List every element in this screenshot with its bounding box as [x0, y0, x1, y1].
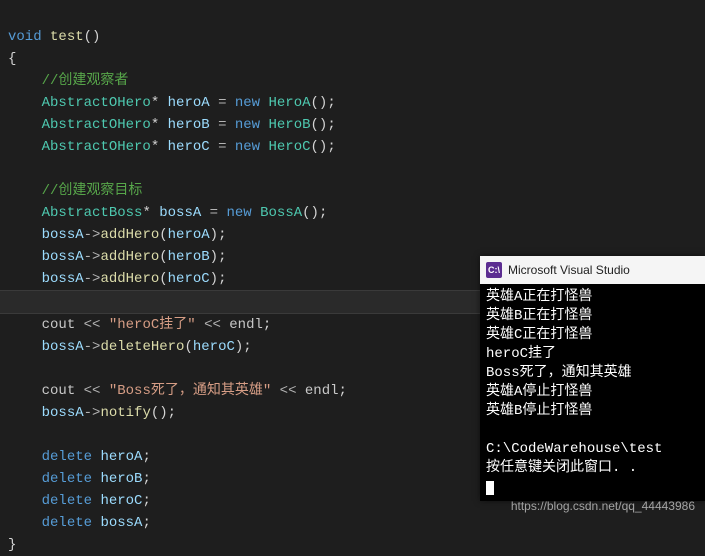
code-line	[8, 427, 16, 443]
code-line: {	[8, 51, 16, 67]
code-line: bossA->addHero(heroB);	[8, 249, 226, 265]
code-line: bossA->addHero(heroC);	[8, 271, 226, 287]
code-line: cout << "heroC挂了" << endl;	[8, 317, 271, 333]
code-line	[8, 361, 16, 377]
code-line: delete heroC;	[8, 493, 151, 509]
code-line: //创建观察者	[8, 73, 128, 89]
code-line: bossA->addHero(heroA);	[8, 227, 226, 243]
code-line: delete heroB;	[8, 471, 151, 487]
code-line: cout << "Boss死了，通知其英雄" << endl;	[8, 383, 347, 399]
code-line: AbstractOHero* heroC = new HeroC();	[8, 139, 336, 155]
cursor-icon	[486, 481, 494, 495]
console-titlebar[interactable]: C:\ Microsoft Visual Studio	[480, 256, 705, 284]
code-line: AbstractOHero* heroB = new HeroB();	[8, 117, 336, 133]
code-line: AbstractBoss* bossA = new BossA();	[8, 205, 327, 221]
code-line: }	[8, 537, 16, 553]
watermark-text: https://blog.csdn.net/qq_44443986	[511, 499, 695, 513]
code-line: bossA->deleteHero(heroC);	[8, 339, 252, 355]
code-line: delete heroA;	[8, 449, 151, 465]
code-line	[8, 161, 16, 177]
code-line: //创建观察目标	[8, 183, 142, 199]
console-window[interactable]: C:\ Microsoft Visual Studio 英雄A正在打怪兽 英雄B…	[480, 256, 705, 501]
code-line: bossA->notify();	[8, 405, 176, 421]
code-line: delete bossA;	[8, 515, 151, 531]
console-output: 英雄A正在打怪兽 英雄B正在打怪兽 英雄C正在打怪兽 heroC挂了 Boss死…	[480, 284, 705, 501]
vs-icon: C:\	[486, 262, 502, 278]
console-title: Microsoft Visual Studio	[508, 263, 630, 277]
code-line: AbstractOHero* heroA = new HeroA();	[8, 95, 336, 111]
code-line: void test()	[8, 29, 100, 45]
